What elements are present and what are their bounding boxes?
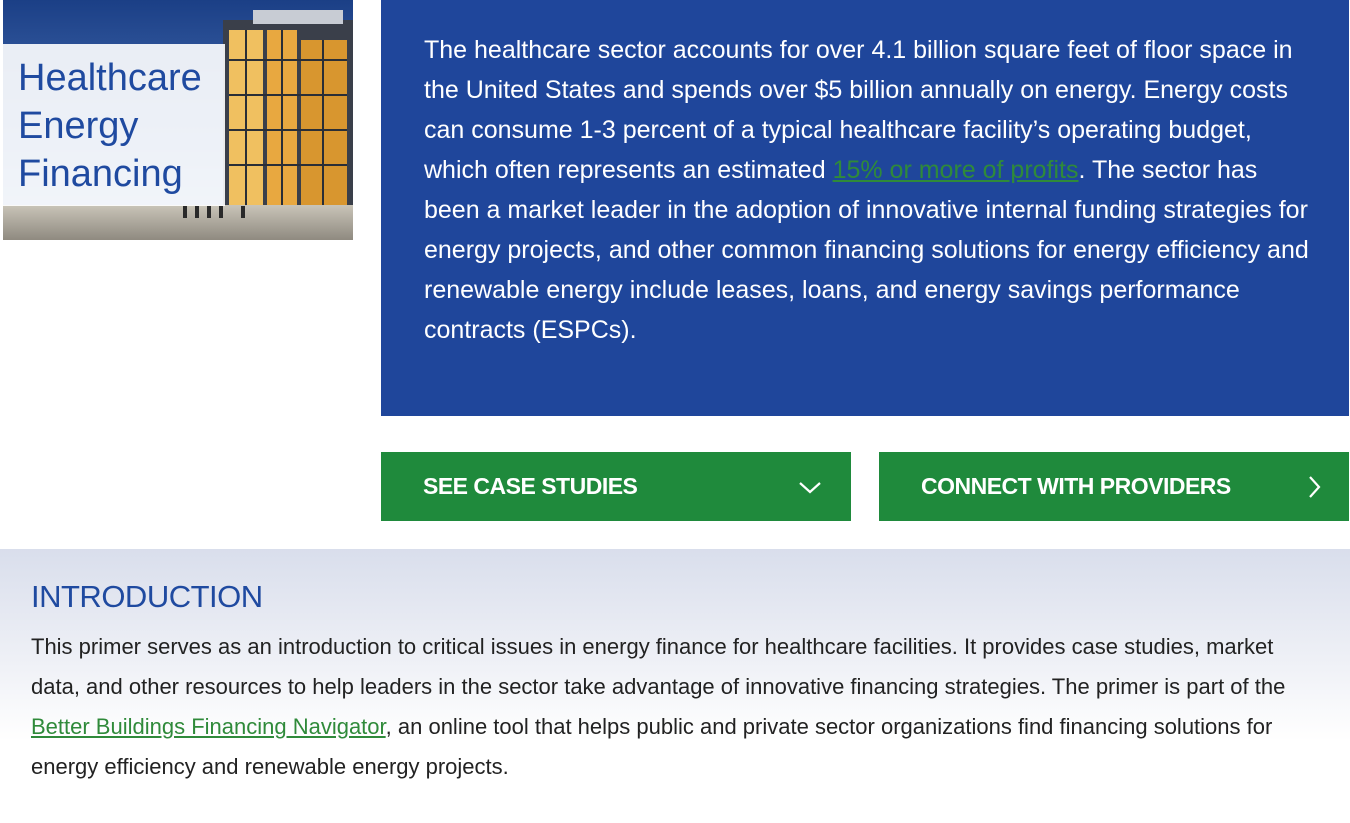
hero-title-line: Healthcare [18,57,202,99]
summary-text-continued: . The sector has been a market leader in… [424,156,1309,344]
introduction-text-start: This primer serves as an introduction to… [31,634,1286,699]
connect-with-providers-button[interactable]: CONNECT WITH PROVIDERS [879,452,1349,521]
hero-title: Healthcare Energy Financing [3,44,225,206]
introduction-text: This primer serves as an introduction to… [31,627,1320,787]
hero-image: Healthcare Energy Financing [3,0,353,240]
chevron-down-icon [799,482,821,494]
summary-box: The healthcare sector accounts for over … [381,0,1349,416]
profits-link[interactable]: 15% or more of profits [833,156,1079,184]
chevron-right-icon [1309,476,1321,498]
see-case-studies-button[interactable]: SEE CASE STUDIES [381,452,851,521]
introduction-section: INTRODUCTION This primer serves as an in… [0,549,1350,823]
hero-title-line: Financing [18,153,183,195]
connect-with-providers-label: CONNECT WITH PROVIDERS [921,473,1231,499]
see-case-studies-label: SEE CASE STUDIES [423,473,638,499]
introduction-heading: INTRODUCTION [31,579,263,614]
hero-title-line: Energy [18,105,139,147]
financing-navigator-link[interactable]: Better Buildings Financing Navigator [31,714,386,739]
